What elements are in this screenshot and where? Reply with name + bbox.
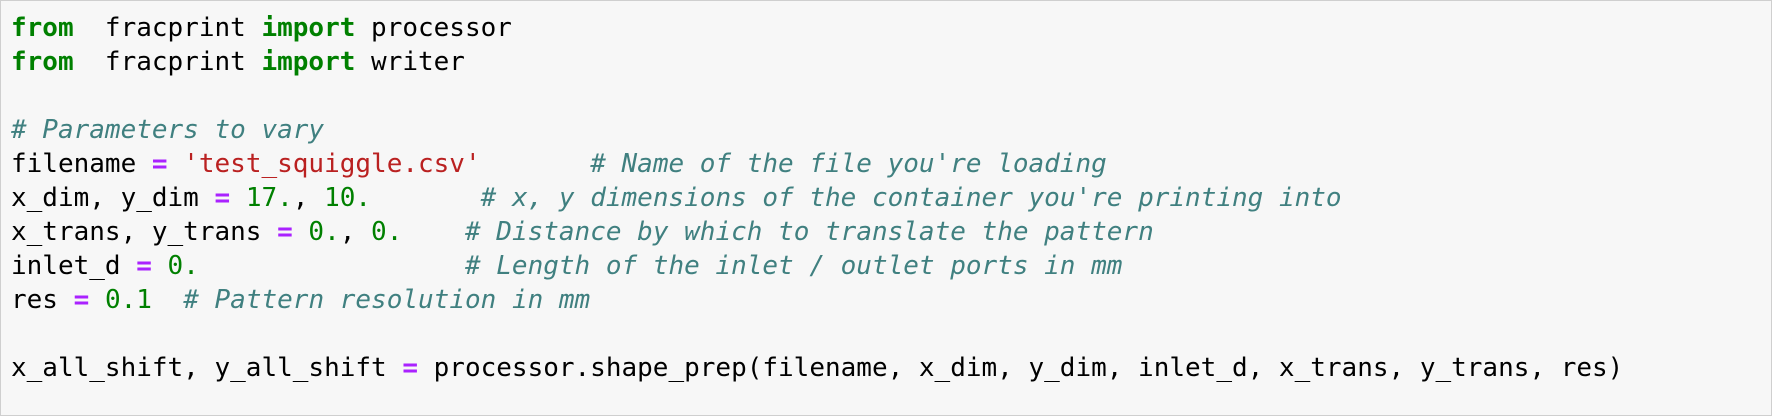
operator: = xyxy=(151,149,168,179)
code-text: fracprint xyxy=(73,13,262,43)
code-cell[interactable]: from fracprint import processor from frac… xyxy=(0,0,1772,416)
code-text: res xyxy=(11,285,74,315)
code-text: x_trans, y_trans xyxy=(11,217,278,247)
code-text: , xyxy=(292,183,325,213)
code-line: from fracprint import writer xyxy=(11,45,1623,79)
code-line: res = 0.1 # Pattern resolution in mm xyxy=(11,283,1623,317)
keyword: from xyxy=(11,47,74,77)
code-text: inlet_d xyxy=(11,251,137,281)
operator: = xyxy=(136,251,152,281)
comment: # Length of the inlet / outlet ports in … xyxy=(464,251,1123,281)
number-literal: 0.1 xyxy=(104,285,152,315)
code-line: x_all_shift, y_all_shift = processor.sha… xyxy=(11,351,1623,385)
number-literal: 0. xyxy=(167,251,199,281)
number-literal: 10. xyxy=(324,183,372,213)
number-literal: 0. xyxy=(371,217,403,247)
string-literal: 'test_squiggle.csv' xyxy=(183,149,481,179)
operator: = xyxy=(402,353,418,383)
code-text: x_all_shift, y_all_shift xyxy=(11,353,403,383)
number-literal: 17. xyxy=(245,183,293,213)
code-text: x_dim, y_dim xyxy=(11,183,215,213)
keyword: import xyxy=(261,47,356,77)
code-text: processor.shape_prep(filename, x_dim, y_… xyxy=(418,353,1624,383)
keyword: from xyxy=(11,13,74,43)
comment: # Name of the file you're loading xyxy=(590,149,1107,179)
comment: # Parameters to vary xyxy=(11,115,325,145)
code-line: x_dim, y_dim = 17., 10. # x, y dimension… xyxy=(11,181,1623,215)
code-text: writer xyxy=(355,47,465,77)
code-editor[interactable]: from fracprint import processor from frac… xyxy=(11,11,1623,385)
keyword: import xyxy=(261,13,356,43)
comment: # Distance by which to translate the pat… xyxy=(464,217,1154,247)
code-text: fracprint xyxy=(73,47,262,77)
code-text: filename xyxy=(11,149,152,179)
code-line: inlet_d = 0. # Length of the inlet / out… xyxy=(11,249,1623,283)
operator: = xyxy=(277,217,293,247)
code-line: from fracprint import processor xyxy=(11,11,1623,45)
code-text: , xyxy=(339,217,372,247)
operator: = xyxy=(73,285,90,315)
code-line: x_trans, y_trans = 0., 0. # Distance by … xyxy=(11,215,1623,249)
code-text: processor xyxy=(355,13,512,43)
comment: # x, y dimensions of the container you'r… xyxy=(480,183,1342,213)
code-line: # Parameters to vary xyxy=(11,113,1623,147)
code-line: filename = 'test_squiggle.csv' # Name of… xyxy=(11,147,1623,181)
comment: # Pattern resolution in mm xyxy=(183,285,591,315)
number-literal: 0. xyxy=(308,217,340,247)
operator: = xyxy=(214,183,231,213)
